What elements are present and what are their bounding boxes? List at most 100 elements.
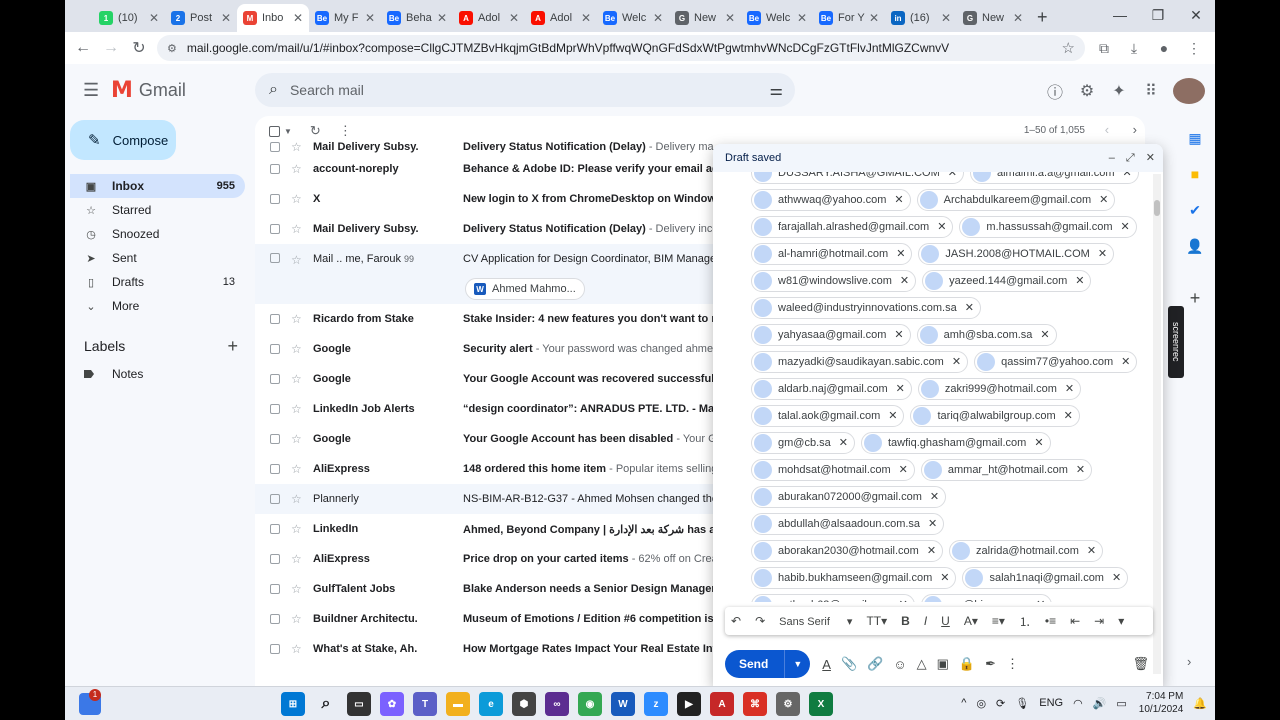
recipients-field[interactable]: DUSSARY.AISHA@GMAIL.COM ✕ almalmi.a.a@gmai… (713, 172, 1153, 602)
font-size-icon[interactable]: TT▾ (866, 614, 887, 628)
search-options-icon[interactable]: ⚌ (770, 81, 783, 99)
row-checkbox[interactable] (270, 194, 280, 204)
recipient-chip[interactable]: farajallah.alrashed@gmail.com ✕ (751, 215, 954, 238)
star-icon[interactable]: ☆ (291, 492, 302, 506)
sidebar-item-sent[interactable]: ➤ Sent (70, 246, 245, 270)
wifi-icon[interactable]: ◠ (1073, 697, 1083, 710)
undo-icon[interactable]: ↶ (731, 614, 741, 628)
extensions-icon[interactable]: ⧉ (1089, 40, 1119, 57)
star-icon[interactable]: ☆ (291, 192, 302, 206)
recipient-chip[interactable]: tawfiq.ghasham@gmail.com ✕ (860, 431, 1051, 454)
browser-tab[interactable]: G New ✕ (669, 4, 741, 32)
account-avatar[interactable] (1173, 78, 1205, 104)
star-icon[interactable]: ☆ (291, 222, 302, 236)
chrome-icon[interactable]: ◉ (578, 692, 602, 716)
tray-mic-icon[interactable]: 🎙 (1015, 697, 1029, 710)
recipient-chip[interactable]: satheeb63@gmail.com ✕ (751, 593, 915, 602)
recipient-chip[interactable]: qassim77@yahoo.com ✕ (974, 350, 1138, 373)
star-icon[interactable]: ☆ (291, 342, 302, 356)
sidebar-item-inbox[interactable]: ▣ Inbox 955 (70, 174, 245, 198)
tab-close-icon[interactable]: ✕ (725, 11, 735, 25)
browser-tab[interactable]: G New ✕ (957, 4, 1029, 32)
remove-recipient-icon[interactable]: ✕ (965, 301, 974, 314)
url-input[interactable]: ⚙ mail.google.com/mail/u/1/#inbox?compos… (157, 35, 1085, 61)
zoom-icon[interactable]: z (644, 692, 668, 716)
recipient-chip[interactable]: gm@cb.sa ✕ (751, 431, 855, 454)
row-checkbox[interactable] (270, 434, 280, 444)
settings-gear-icon[interactable]: ⚙ (1071, 81, 1103, 101)
star-icon[interactable]: ☆ (291, 312, 302, 326)
star-icon[interactable]: ☆ (291, 162, 302, 176)
row-checkbox[interactable] (270, 224, 280, 234)
row-checkbox[interactable] (270, 524, 280, 534)
sidebar-item-snoozed[interactable]: ◷ Snoozed (70, 222, 245, 246)
insert-photo-icon[interactable]: ▣ (937, 656, 949, 672)
tab-close-icon[interactable]: ✕ (293, 11, 303, 25)
tray-overflow-icon[interactable]: ^ (961, 697, 966, 709)
recipient-chip[interactable]: aldarb.naj@gmail.com ✕ (751, 377, 912, 400)
recipient-chip[interactable]: aburakan072000@gmail.com ✕ (751, 485, 947, 508)
remove-recipient-icon[interactable]: ✕ (900, 274, 909, 287)
italic-icon[interactable]: I (924, 614, 927, 628)
contacts-icon[interactable]: 👤 (1177, 228, 1213, 264)
recipient-chip[interactable]: yahyasaa@gmail.com ✕ (751, 323, 911, 346)
keep-icon[interactable]: ■ (1177, 156, 1213, 192)
compose-header[interactable]: Draft saved – ⤢ ✕ (713, 144, 1163, 172)
back-icon[interactable]: ← (69, 39, 97, 57)
row-checkbox[interactable] (270, 141, 280, 152)
acrobat-icon[interactable]: ⌘ (743, 692, 767, 716)
remove-recipient-icon[interactable]: ✕ (1076, 463, 1085, 476)
search-input[interactable]: Search mail (290, 82, 364, 98)
confidential-lock-icon[interactable]: 🔒 (959, 656, 975, 672)
star-icon[interactable]: ☆ (291, 642, 302, 656)
remove-recipient-icon[interactable]: ✕ (896, 382, 905, 395)
recipient-chip[interactable]: Archabdulkareem@gmail.com ✕ (916, 188, 1116, 211)
row-checkbox[interactable] (270, 554, 280, 564)
recipient-chip[interactable]: mazyadki@saudikayan.sabic.com ✕ (751, 350, 969, 373)
remove-recipient-icon[interactable]: ✕ (1064, 409, 1073, 422)
remove-recipient-icon[interactable]: ✕ (899, 598, 908, 602)
emoji-icon[interactable]: ☺ (893, 657, 906, 672)
compose-scrollbar[interactable] (1153, 174, 1161, 674)
formatting-toggle-icon[interactable]: A (822, 657, 831, 672)
task-view-icon[interactable]: ▭ (347, 692, 371, 716)
row-checkbox[interactable] (270, 314, 280, 324)
browser-tab[interactable]: 1 (10) ✕ (93, 4, 165, 32)
remove-recipient-icon[interactable]: ✕ (1087, 544, 1096, 557)
send-options-icon[interactable]: ▼ (785, 659, 810, 669)
remove-recipient-icon[interactable]: ✕ (888, 409, 897, 422)
system-settings-icon[interactable]: ⚙ (776, 692, 800, 716)
minimize-icon[interactable]: — (1101, 0, 1139, 32)
remove-recipient-icon[interactable]: ✕ (1112, 571, 1121, 584)
recipient-chip[interactable]: yazeed.144@gmail.com ✕ (922, 269, 1092, 292)
remove-recipient-icon[interactable]: ✕ (937, 220, 946, 233)
recipient-chip[interactable]: almalmi.a.a@gmail.com ✕ (969, 172, 1139, 184)
remove-recipient-icon[interactable]: ✕ (952, 355, 961, 368)
remove-recipient-icon[interactable]: ✕ (1075, 274, 1084, 287)
word-icon[interactable]: W (611, 692, 635, 716)
remove-recipient-icon[interactable]: ✕ (894, 328, 903, 341)
discard-draft-icon[interactable]: 🗑 (1132, 656, 1149, 672)
start-icon[interactable]: ⊞ (281, 692, 305, 716)
row-checkbox[interactable] (270, 494, 280, 504)
remove-recipient-icon[interactable]: ✕ (896, 247, 905, 260)
sidebar-item-starred[interactable]: ☆ Starred (70, 198, 245, 222)
compose-button[interactable]: ✎ Compose (70, 120, 176, 160)
search-icon[interactable]: ⌕ (269, 81, 278, 99)
star-icon[interactable]: ☆ (291, 140, 302, 154)
recipient-chip[interactable]: mohdsat@hotmail.com ✕ (751, 458, 915, 481)
recipient-chip[interactable]: w81@windowslive.com ✕ (751, 269, 917, 292)
star-icon[interactable]: ☆ (291, 432, 302, 446)
recipient-chip[interactable]: gm@biengr.com ✕ (920, 593, 1053, 602)
tab-close-icon[interactable]: ✕ (797, 11, 807, 25)
remove-recipient-icon[interactable]: ✕ (930, 490, 939, 503)
profile-icon[interactable]: ● (1149, 40, 1179, 56)
browser-tab[interactable]: A Adol ✕ (453, 4, 525, 32)
gmail-logo[interactable]: M Gmail (111, 78, 186, 103)
excel-icon[interactable]: X (809, 692, 833, 716)
more-formatting-icon[interactable]: ▾ (1118, 614, 1124, 628)
browser-tab[interactable]: A Adol ✕ (525, 4, 597, 32)
file-explorer-icon[interactable]: ▬ (446, 692, 470, 716)
app-icon[interactable]: ⬢ (512, 692, 536, 716)
remove-recipient-icon[interactable]: ✕ (928, 517, 937, 530)
